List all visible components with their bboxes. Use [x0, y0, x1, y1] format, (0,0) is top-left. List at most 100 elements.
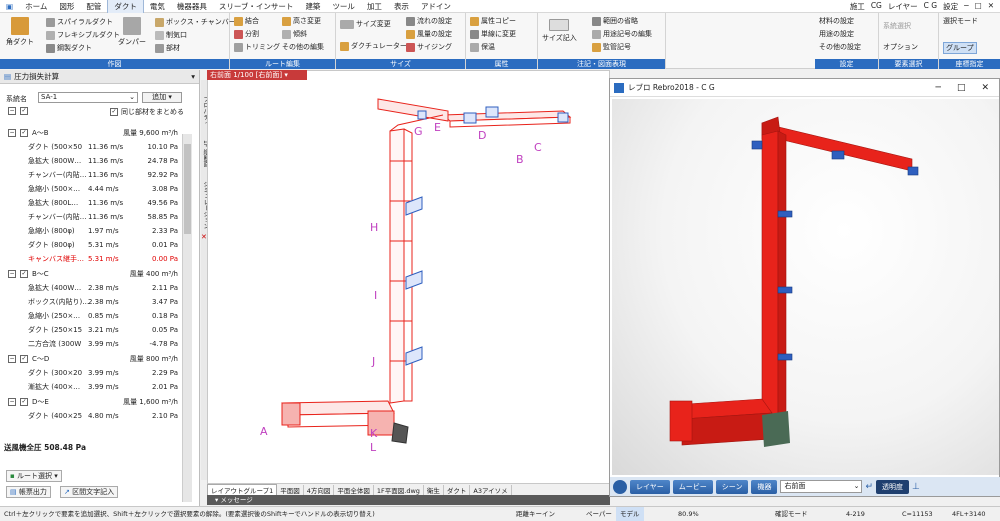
add-button[interactable]: 追加 ▾: [142, 92, 182, 103]
section-item-row[interactable]: チャンバー(内貼… 11.36 m/s 58.85 Pa: [0, 210, 182, 224]
layer-button[interactable]: レイヤー: [630, 479, 670, 494]
section-group-header[interactable]: − ✓ A～B 風量 9,600 m³/h: [0, 126, 182, 140]
section-checkbox[interactable]: ✓: [20, 355, 28, 363]
message-bar[interactable]: ▾ メッセージ: [207, 495, 610, 505]
tab-piping[interactable]: 配管: [80, 0, 107, 13]
merge-same-parts-checkbox[interactable]: ✓ 同じ部材をまとめる: [110, 107, 184, 117]
section-group-header[interactable]: − ✓ C～D 風量 800 m³/h: [0, 352, 182, 366]
insulation-button[interactable]: 保温: [470, 42, 495, 52]
rect-duct-button[interactable]: 角ダクト: [6, 17, 34, 47]
section-item-row[interactable]: ボックス(内貼り)… 2.38 m/s 3.47 Pa: [0, 295, 182, 309]
layout-tab[interactable]: 衛生: [424, 484, 444, 495]
section-checkbox[interactable]: ✓: [20, 270, 28, 278]
view-tab-right-front[interactable]: 右前面 1/100 [右前面] ▾: [207, 70, 307, 80]
section-item-row[interactable]: チャンバー(内貼… 11.36 m/s 92.92 Pa: [0, 168, 182, 182]
rebro-close-icon[interactable]: ✕: [981, 83, 989, 93]
section-item-row[interactable]: 急拡大 (400W… 2.38 m/s 2.11 Pa: [0, 281, 182, 295]
slope-button[interactable]: 傾斜: [282, 29, 307, 39]
cg-name[interactable]: C G: [924, 1, 937, 12]
tab-processing[interactable]: 加工: [361, 0, 388, 13]
tab-tools[interactable]: ツール: [326, 0, 361, 13]
panel-dropdown-icon[interactable]: ▾: [191, 72, 195, 81]
pin-icon[interactable]: ⊥: [912, 482, 920, 492]
section-item-row[interactable]: ダクト (400×25 4.80 m/s 2.10 Pa: [0, 409, 182, 423]
minimize-icon[interactable]: ─: [964, 1, 969, 12]
back-arrow-icon[interactable]: ↵: [865, 482, 873, 492]
section-checkbox[interactable]: ✓: [20, 129, 28, 137]
view-direction-select[interactable]: 右前面 ⌄: [780, 480, 863, 493]
layer-menu[interactable]: レイヤー: [888, 1, 918, 12]
tab-duct[interactable]: ダクト: [107, 0, 144, 13]
usage-setting-button[interactable]: 用途の設定: [819, 29, 854, 39]
scene-button[interactable]: シーン: [715, 479, 749, 494]
section-item-row[interactable]: ダクト (300×20 3.99 m/s 2.29 Pa: [0, 366, 182, 380]
tab-equipment[interactable]: 機器器具: [171, 0, 213, 13]
collapse-icon[interactable]: −: [8, 355, 16, 363]
usage-symbol-button[interactable]: 用途記号の編集: [592, 29, 652, 39]
cg-3d-view[interactable]: [612, 99, 999, 475]
layout-tab[interactable]: 4方向図: [304, 484, 335, 495]
height-change-button[interactable]: 高さ変更: [282, 16, 321, 26]
layout-tab[interactable]: レイアウトグループ1: [207, 483, 278, 496]
flexible-duct-button[interactable]: フレキシブルダクト: [46, 30, 120, 40]
damper-button[interactable]: ダンパー: [118, 17, 146, 47]
layout-tab[interactable]: ダクト: [444, 484, 471, 495]
panel-scrollbar[interactable]: [182, 134, 192, 502]
air-outlet-button[interactable]: 制気口: [155, 30, 187, 40]
tab-home[interactable]: ホーム: [19, 0, 53, 13]
section-item-row[interactable]: 急拡大 (800W… 11.36 m/s 24.78 Pa: [0, 154, 182, 168]
cad-viewport[interactable]: A BC D EG H I J KL: [207, 70, 610, 484]
collapse-icon[interactable]: −: [8, 398, 16, 406]
section-item-row[interactable]: 急縮小 (500×… 4.44 m/s 3.08 Pa: [0, 182, 182, 196]
size-note-button[interactable]: サイズ記入: [542, 19, 577, 43]
material-setting-button[interactable]: 材料の設定: [819, 16, 854, 26]
system-select[interactable]: SA-1 ⌄: [38, 92, 138, 103]
collapse-icon[interactable]: −: [8, 270, 16, 278]
maximize-icon[interactable]: □: [975, 1, 982, 12]
system-select-button[interactable]: 系統選択: [883, 21, 911, 31]
attr-copy-button[interactable]: 属性コピー: [470, 16, 516, 26]
sizing-button[interactable]: サイジング: [406, 42, 452, 52]
group-button[interactable]: グループ: [943, 42, 977, 54]
section-group-header[interactable]: − ✓ D～E 風量 1,600 m³/h: [0, 395, 182, 409]
paper-mode[interactable]: ペーパー: [586, 507, 612, 521]
zoom-level[interactable]: 80.9%: [678, 507, 699, 521]
layout-tab[interactable]: 1F平面図.dwg: [374, 484, 424, 495]
section-item-row[interactable]: ダクト (500×50 11.36 m/s 10.10 Pa: [0, 140, 182, 154]
section-item-row[interactable]: 急縮小 (250×… 0.85 m/s 0.18 Pa: [0, 309, 182, 323]
split-button[interactable]: 分割: [234, 29, 259, 39]
other-setting-button[interactable]: その他の設定: [819, 42, 861, 52]
rebro-maximize-icon[interactable]: □: [957, 83, 966, 93]
other-edit-button[interactable]: その他の編集: [282, 42, 324, 52]
spiral-duct-button[interactable]: スパイラルダクト: [46, 17, 113, 27]
option-button[interactable]: オプション: [883, 42, 918, 52]
layout-tab[interactable]: 平面全体図: [334, 484, 374, 495]
single-line-button[interactable]: 単線に変更: [470, 29, 516, 39]
steel-duct-button[interactable]: 鋼製ダクト: [46, 43, 92, 53]
section-item-row[interactable]: ダクト (800φ) 5.31 m/s 0.01 Pa: [0, 238, 182, 252]
file-icon[interactable]: ▣: [0, 0, 19, 13]
section-group-header[interactable]: − ✓ B～C 風量 400 m³/h: [0, 267, 182, 281]
trimming-button[interactable]: トリミング: [234, 42, 280, 52]
section-item-row[interactable]: 漸拡大 (400×… 3.99 m/s 2.01 Pa: [0, 380, 182, 394]
report-output-button[interactable]: ▤ 帳票出力: [6, 486, 51, 498]
cg-home-icon[interactable]: [613, 479, 627, 494]
select-mode-button[interactable]: 選択モード: [943, 16, 978, 26]
distance-keyin[interactable]: 距離キーイン: [516, 507, 555, 521]
flow-setting-button[interactable]: 流れの設定: [406, 16, 452, 26]
layout-tab[interactable]: A3アイソメ: [470, 484, 512, 495]
section-item-row[interactable]: 二方合流 (300W 3.99 m/s -4.78 Pa: [0, 337, 182, 351]
construction-menu[interactable]: 施工: [850, 1, 865, 12]
close-icon[interactable]: ✕: [988, 1, 994, 12]
confirm-mode[interactable]: 確認モード: [775, 507, 808, 521]
section-item-row[interactable]: キャンバス継手… 5.31 m/s 0.00 Pa: [0, 252, 182, 266]
ductulator-button[interactable]: ダクチュレーター: [340, 41, 407, 51]
collapse-icon[interactable]: −: [8, 129, 16, 137]
transparency-toggle[interactable]: 透明度: [876, 479, 909, 494]
range-omit-button[interactable]: 範囲の省略: [592, 16, 638, 26]
route-select-button[interactable]: ▪ ルート選択 ▾: [6, 470, 62, 482]
tab-electric[interactable]: 電気: [144, 0, 171, 13]
cg-menu[interactable]: CG: [871, 1, 882, 12]
tab-shapes[interactable]: 図形: [53, 0, 80, 13]
layout-tab[interactable]: 平面図: [277, 484, 304, 495]
